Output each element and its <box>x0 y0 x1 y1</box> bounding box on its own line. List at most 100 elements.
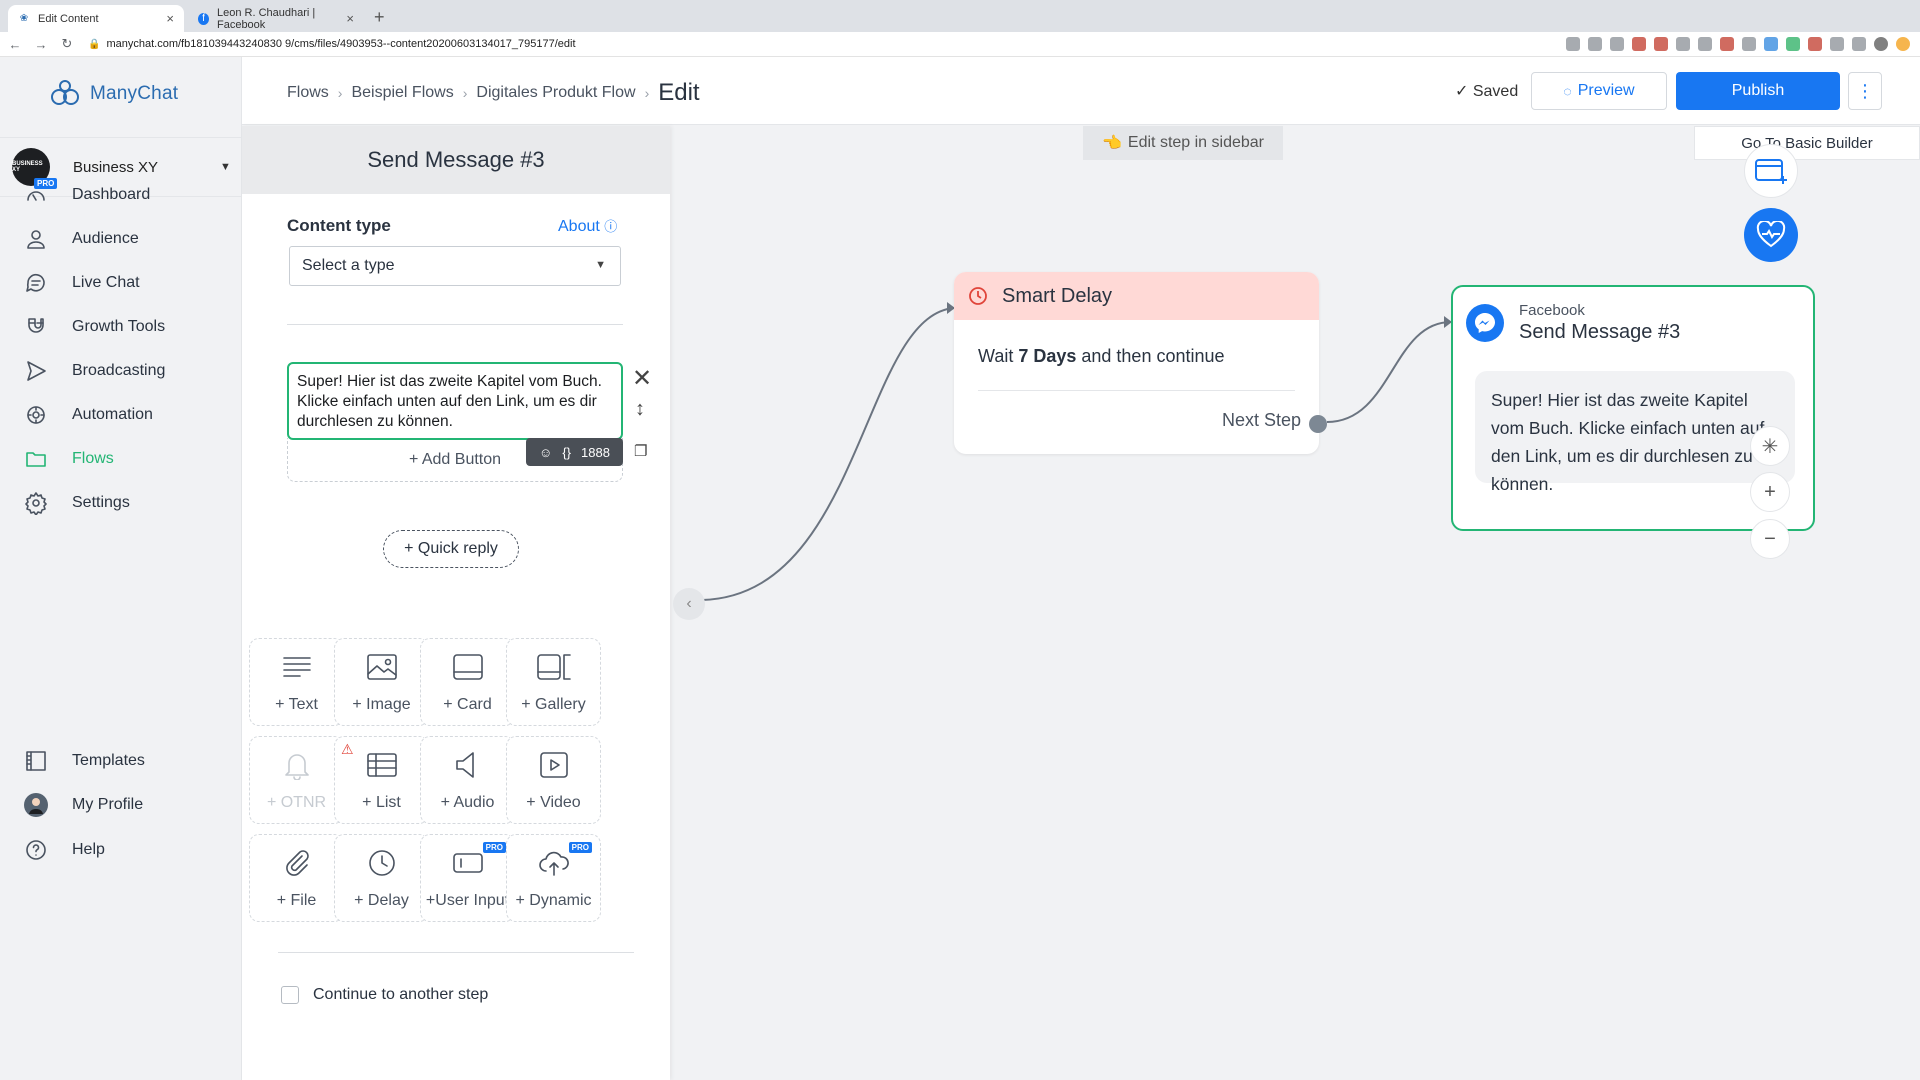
nav-item-settings[interactable]: Settings <box>0 483 242 523</box>
next-step-label: Next Step <box>1221 410 1301 430</box>
clock-icon <box>335 847 428 879</box>
content-type-label: Content type <box>287 216 391 235</box>
reload-icon[interactable]: ↻ <box>56 36 78 52</box>
browser-tab-edit-content[interactable]: ❀ Edit Content × <box>8 5 184 32</box>
breadcrumb-digitales-produkt-flow[interactable]: Digitales Produkt Flow <box>476 84 635 102</box>
tile-label: + List <box>362 794 401 811</box>
bell-icon <box>250 749 343 781</box>
extension-icon[interactable] <box>1632 37 1646 51</box>
add-button-label: + Add Button <box>408 450 502 468</box>
more-options-icon[interactable]: ⋮ <box>1848 72 1882 110</box>
nav-item-automation[interactable]: Automation <box>0 395 242 435</box>
add-audio-tile[interactable]: + Audio <box>420 736 515 824</box>
publish-button[interactable]: Publish <box>1676 72 1840 110</box>
about-label: About <box>558 218 600 235</box>
message-bubble: Super! Hier ist das zweite Kapitel vom B… <box>1475 371 1795 494</box>
add-text-tile[interactable]: + Text <box>249 638 344 726</box>
extension-icon[interactable] <box>1764 37 1778 51</box>
content-type-select[interactable]: Select a type ▼ <box>289 246 621 286</box>
message-text-editor[interactable]: Super! Hier ist das zweite Kapitel vom B… <box>287 362 623 440</box>
translate-icon[interactable] <box>1566 37 1580 51</box>
nav-item-help[interactable]: Help <box>0 830 242 870</box>
divider <box>278 952 634 953</box>
nav-item-dashboard[interactable]: Dashboard <box>0 175 242 215</box>
quick-reply-button[interactable]: + Quick reply <box>383 530 519 568</box>
nav-label: Templates <box>72 752 145 769</box>
auto-arrange-icon[interactable]: ✳ <box>1750 426 1790 466</box>
variables-icon[interactable]: {} <box>562 445 571 460</box>
messenger-icon <box>1466 304 1504 342</box>
new-tab-icon[interactable]: + <box>374 7 385 28</box>
nav-item-growth-tools[interactable]: Growth Tools <box>0 307 242 347</box>
nav-item-audience[interactable]: Audience <box>0 219 242 259</box>
nav-item-broadcasting[interactable]: Broadcasting <box>0 351 242 391</box>
continue-label: Continue to another step <box>313 986 489 1003</box>
extension-icon[interactable] <box>1742 37 1756 51</box>
extension-icon[interactable] <box>1654 37 1668 51</box>
manychat-logo[interactable]: ManyChat <box>48 77 178 111</box>
cloud-icon <box>507 847 600 879</box>
add-video-tile[interactable]: + Video <box>506 736 601 824</box>
help-icon <box>24 838 48 862</box>
add-file-tile[interactable]: + File <box>249 834 344 922</box>
browser-tab-facebook[interactable]: f Leon R. Chaudhari | Facebook × <box>188 5 364 32</box>
add-card-tile[interactable]: + Card <box>420 638 515 726</box>
preview-button[interactable]: ◌ Preview <box>1531 72 1667 110</box>
about-link[interactable]: About ⓘ <box>558 216 617 236</box>
breadcrumb-beispiel-flows[interactable]: Beispiel Flows <box>351 84 453 102</box>
tile-label: + Video <box>526 794 581 811</box>
flow-health-button[interactable] <box>1744 208 1798 262</box>
extension-icon[interactable] <box>1786 37 1800 51</box>
close-tab-icon[interactable]: × <box>166 11 174 26</box>
add-gallery-tile[interactable]: + Gallery <box>506 638 601 726</box>
forward-icon[interactable]: → <box>30 37 52 52</box>
breadcrumb-separator-icon: › <box>462 85 468 101</box>
add-otnr-tile[interactable]: + OTNR <box>249 736 344 824</box>
extension-icon[interactable] <box>1676 37 1690 51</box>
divider <box>287 324 623 325</box>
go-to-basic-builder-button[interactable]: Go To Basic Builder <box>1694 126 1920 160</box>
extension-icon[interactable] <box>1852 37 1866 51</box>
chat-icon <box>24 271 48 295</box>
templates-icon <box>24 749 48 773</box>
move-vertical-icon[interactable]: ↕ <box>635 398 645 421</box>
back-icon[interactable]: ← <box>4 37 26 52</box>
emoji-icon[interactable]: ☺ <box>539 445 552 460</box>
continue-to-another-step-checkbox[interactable]: Continue to another step <box>281 986 488 1004</box>
nav-item-flows[interactable]: Flows <box>0 439 242 479</box>
user-input-icon <box>421 847 514 879</box>
clock-icon <box>969 287 987 305</box>
update-alert-icon[interactable] <box>1896 37 1910 51</box>
delay-duration: 7 Days <box>1018 346 1077 366</box>
smart-delay-node[interactable]: Smart Delay Wait 7 Days and then continu… <box>954 272 1327 454</box>
breadcrumb-flows[interactable]: Flows <box>287 84 329 102</box>
nav-item-my-profile[interactable]: My Profile <box>0 785 242 825</box>
add-delay-tile[interactable]: + Delay <box>334 834 429 922</box>
nav-item-live-chat[interactable]: Live Chat <box>0 263 242 303</box>
lock-icon: 🔒 <box>88 39 101 50</box>
extension-icon[interactable] <box>1830 37 1844 51</box>
duplicate-icon[interactable]: ❐ <box>634 442 647 460</box>
add-block-button[interactable] <box>1744 144 1798 198</box>
next-step-connector[interactable] <box>1309 415 1327 433</box>
nav-item-templates[interactable]: Templates <box>0 741 242 781</box>
gallery-icon <box>507 651 600 683</box>
close-tab-icon[interactable]: × <box>346 11 354 26</box>
add-dynamic-tile[interactable]: PRO + Dynamic <box>506 834 601 922</box>
zoom-out-icon[interactable]: − <box>1750 519 1790 559</box>
zoom-in-icon[interactable]: + <box>1750 472 1790 512</box>
add-user-input-tile[interactable]: PRO +User Input <box>420 834 515 922</box>
extension-icon[interactable] <box>1720 37 1734 51</box>
collapse-panel-icon[interactable]: ‹ <box>673 588 705 620</box>
add-list-tile[interactable]: ⚠ + List <box>334 736 429 824</box>
text-tools-bar: ☺ {} 1888 <box>526 438 623 466</box>
extension-icon[interactable] <box>1808 37 1822 51</box>
zoom-icon[interactable] <box>1588 37 1602 51</box>
extension-icon[interactable] <box>1698 37 1712 51</box>
add-image-tile[interactable]: + Image <box>334 638 429 726</box>
url-field[interactable]: 🔒 manychat.com/fb181039443240830 9/cms/fi… <box>88 38 576 50</box>
bookmark-star-icon[interactable] <box>1610 37 1624 51</box>
browser-profile-icon[interactable] <box>1874 37 1888 51</box>
checkbox-box[interactable] <box>281 986 299 1004</box>
close-icon[interactable]: ✕ <box>632 364 652 393</box>
